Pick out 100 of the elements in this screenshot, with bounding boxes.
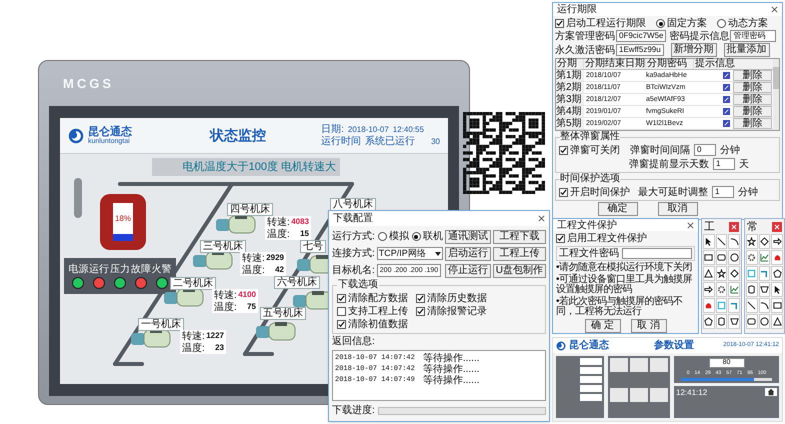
- tool-button[interactable]: [728, 314, 740, 329]
- tool-button[interactable]: [703, 282, 715, 297]
- tool-button[interactable]: [746, 250, 758, 265]
- checkbox[interactable]: [416, 307, 425, 316]
- pentagon-icon: [772, 269, 782, 278]
- input-field[interactable]: 1: [713, 158, 735, 170]
- temperature-label: 温度:: [267, 228, 290, 240]
- temperature-value: 42: [275, 264, 284, 276]
- tool-button[interactable]: [716, 314, 728, 329]
- checkbox[interactable]: [559, 188, 568, 196]
- edit-icon[interactable]: [723, 96, 730, 103]
- tool-button[interactable]: [716, 266, 728, 281]
- tool-button[interactable]: [758, 314, 770, 329]
- checkbox[interactable]: [337, 320, 346, 329]
- rectangle-icon: [704, 253, 714, 262]
- dialog-button[interactable]: 取 消: [630, 319, 666, 333]
- tool-button[interactable]: [771, 266, 783, 281]
- diamond-icon: [760, 237, 769, 246]
- dialog-button[interactable]: 工程下载: [492, 230, 546, 244]
- input-field[interactable]: [622, 248, 692, 259]
- tool-button[interactable]: [728, 266, 740, 281]
- delete-button[interactable]: 删除: [733, 82, 772, 93]
- radio-button[interactable]: [412, 232, 421, 241]
- unit-label: 天: [739, 158, 749, 170]
- pentagon-icon: [704, 317, 714, 326]
- tool-button[interactable]: [771, 234, 783, 249]
- checkbox[interactable]: [559, 146, 568, 154]
- checkbox[interactable]: [556, 234, 565, 243]
- logo-text: 昆仑通态: [569, 340, 609, 351]
- input-field[interactable]: 0F9cic7W5e: [616, 30, 666, 42]
- tool-button[interactable]: [716, 234, 728, 249]
- trapezoid-icon: [730, 317, 739, 326]
- edit-icon[interactable]: [723, 84, 730, 91]
- tool-button[interactable]: [771, 298, 783, 313]
- tool-button[interactable]: [746, 298, 758, 313]
- tool-button[interactable]: [703, 234, 715, 249]
- indicator-label: 运行: [89, 264, 110, 274]
- tool-button[interactable]: [703, 266, 715, 281]
- close-icon[interactable]: [771, 6, 778, 13]
- tool-button[interactable]: [746, 314, 758, 329]
- slider-track[interactable]: [681, 378, 772, 381]
- field-label: 弹窗时间间隔: [630, 144, 690, 156]
- tool-button[interactable]: [716, 282, 728, 297]
- input-field[interactable]: [580, 385, 602, 392]
- input-field[interactable]: 管理密码: [730, 30, 776, 42]
- input-field[interactable]: [580, 367, 602, 374]
- tool-button[interactable]: [746, 234, 758, 249]
- checkbox[interactable]: [555, 19, 564, 28]
- input-field[interactable]: [580, 358, 602, 365]
- input-field[interactable]: [580, 394, 602, 401]
- home-button[interactable]: [765, 388, 777, 396]
- radio-button[interactable]: [656, 19, 665, 28]
- close-icon[interactable]: [687, 222, 694, 228]
- close-icon[interactable]: [538, 215, 545, 222]
- edit-icon[interactable]: [723, 108, 730, 115]
- tool-button[interactable]: [703, 250, 715, 265]
- input-field[interactable]: [580, 376, 602, 383]
- tool-button[interactable]: [703, 314, 715, 329]
- input-field[interactable]: 0: [694, 144, 716, 156]
- tool-button[interactable]: [771, 282, 783, 297]
- dialog-button[interactable]: 取消: [658, 202, 698, 216]
- dialog-button[interactable]: 工程上传: [492, 246, 546, 260]
- circle-icon: [730, 253, 739, 262]
- close-icon[interactable]: [772, 222, 782, 232]
- dialog-button[interactable]: 通讯测试: [444, 230, 491, 244]
- dialog-button[interactable]: 停止运行: [444, 264, 491, 278]
- dialog-button[interactable]: 启动运行: [444, 246, 491, 260]
- input-field[interactable]: 1Ewff5z99u: [616, 44, 664, 56]
- input-field[interactable]: 1: [712, 186, 734, 198]
- log-message: 等待操作......: [422, 353, 480, 364]
- circle-icon: [760, 317, 769, 326]
- table-cell: 第5期: [556, 118, 584, 128]
- close-icon[interactable]: [729, 222, 739, 232]
- tool-button[interactable]: [758, 234, 770, 249]
- delete-button[interactable]: 删除: [733, 106, 772, 117]
- tool-button[interactable]: [758, 282, 770, 297]
- dialog-button[interactable]: 确 定: [584, 319, 620, 333]
- tool-button[interactable]: [758, 298, 770, 313]
- radio-button[interactable]: [717, 19, 726, 28]
- dialog-button[interactable]: 新增分期: [670, 43, 717, 57]
- delete-button[interactable]: 删除: [733, 70, 772, 81]
- tool-button[interactable]: [771, 314, 783, 329]
- dialog-button[interactable]: 确定: [598, 202, 638, 216]
- tool-button[interactable]: [728, 250, 740, 265]
- checkbox[interactable]: [416, 294, 425, 303]
- dropdown[interactable]: TCP/IP网络: [376, 247, 443, 260]
- radio-button[interactable]: [378, 232, 387, 241]
- dialog-button[interactable]: U盘包制作: [492, 264, 546, 278]
- checkbox[interactable]: [337, 294, 346, 303]
- tool-button[interactable]: [728, 234, 740, 249]
- arc-icon: [760, 301, 769, 310]
- edit-icon[interactable]: [723, 120, 730, 127]
- edit-icon[interactable]: [723, 72, 730, 79]
- delete-button[interactable]: 删除: [733, 118, 772, 129]
- dialog-button[interactable]: 批量添加: [724, 43, 770, 57]
- tool-button[interactable]: [746, 282, 758, 297]
- checkbox[interactable]: [337, 307, 346, 316]
- tool-button[interactable]: [716, 250, 728, 265]
- delete-button[interactable]: 删除: [733, 94, 772, 105]
- line-icon: [747, 301, 756, 310]
